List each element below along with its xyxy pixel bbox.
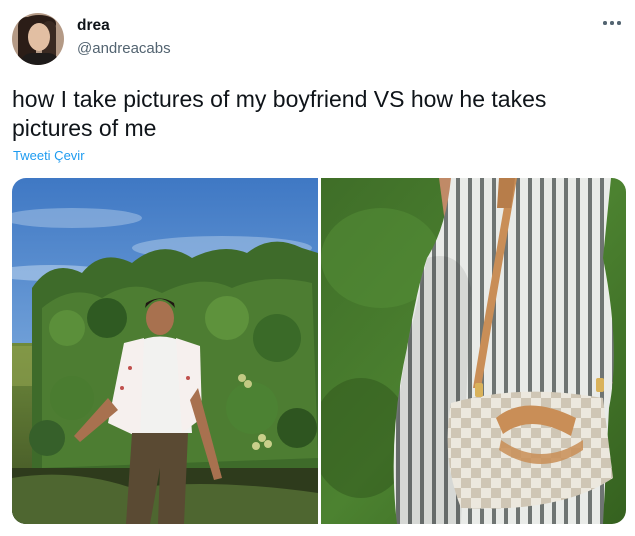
display-name[interactable]: drea (77, 17, 110, 35)
photo-boyfriend[interactable] (12, 178, 318, 524)
translate-tweet-link[interactable]: Tweeti Çevir (13, 148, 85, 163)
tweet-media[interactable] (12, 178, 626, 524)
avatar[interactable] (12, 13, 64, 65)
tweet: drea @andreacabs how I take pictures of … (0, 0, 635, 536)
photo-girlfriend[interactable] (321, 178, 626, 524)
tweet-text: how I take pictures of my boyfriend VS h… (12, 86, 547, 141)
user-handle[interactable]: @andreacabs (77, 40, 171, 57)
more-options-icon[interactable] (600, 12, 624, 32)
